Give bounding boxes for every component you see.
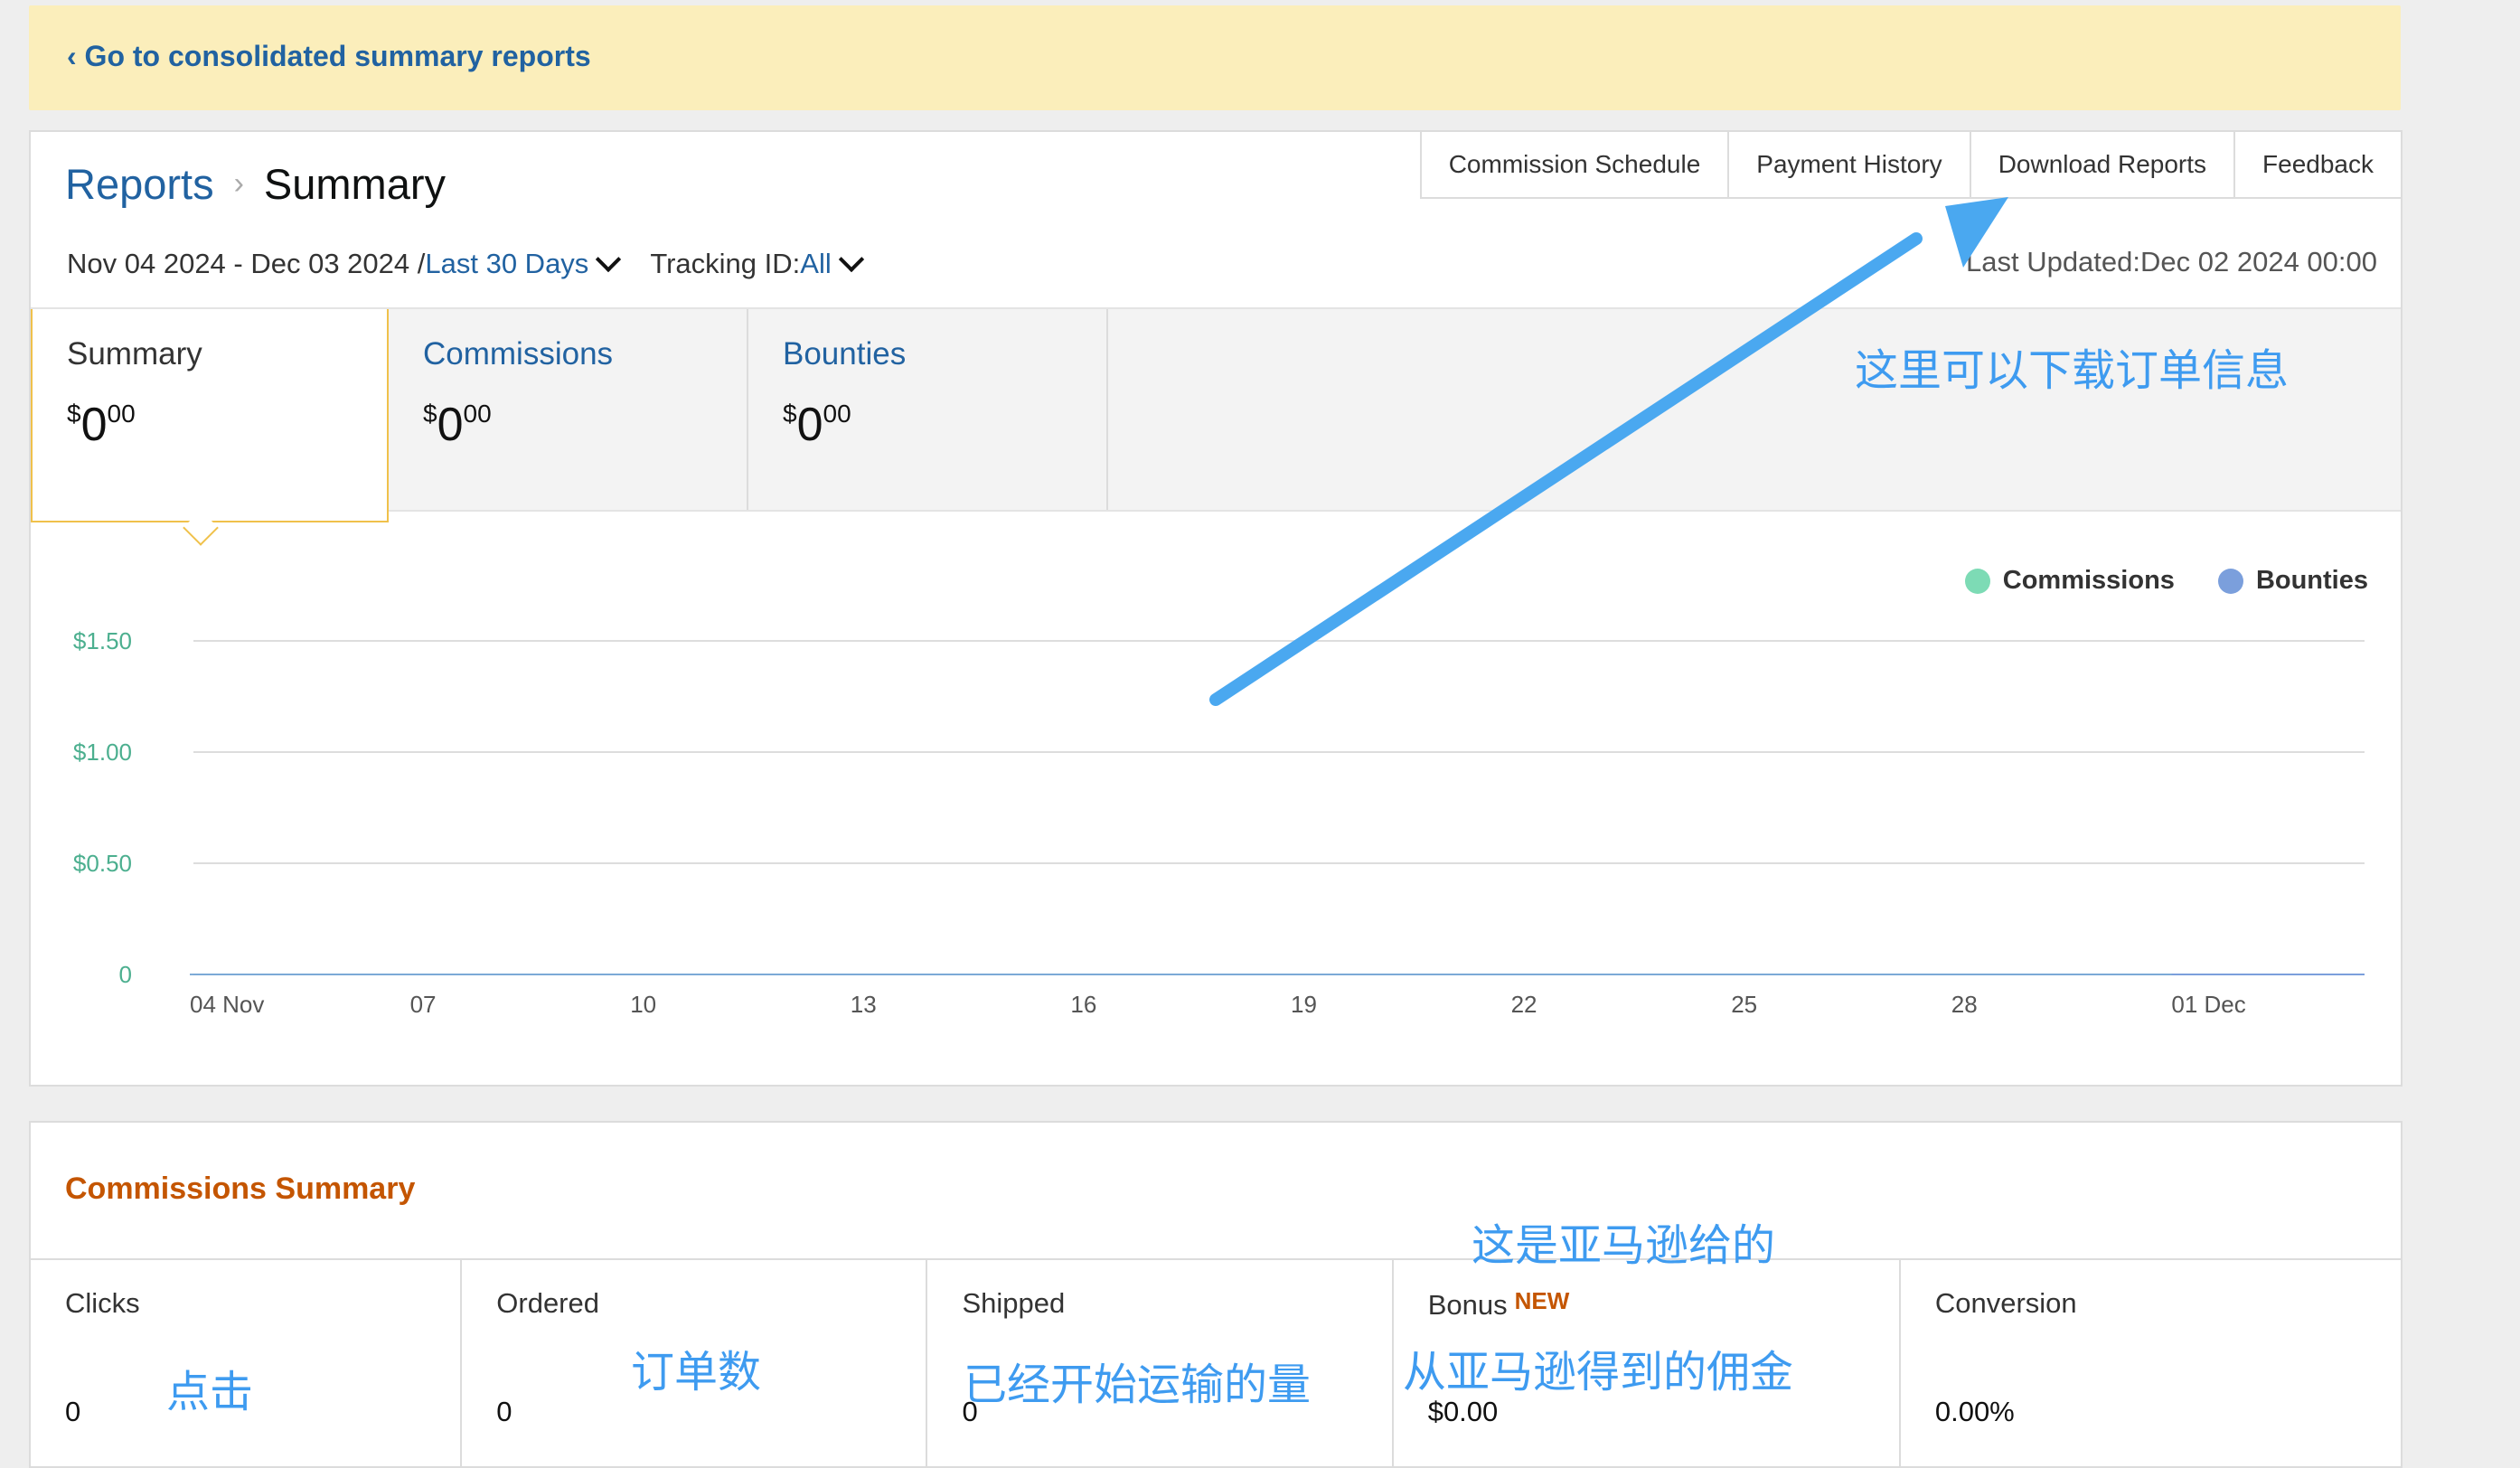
- new-badge: NEW: [1514, 1287, 1570, 1314]
- metric-clicks-value: 0: [65, 1396, 81, 1427]
- metric-conversion-label: Conversion: [1934, 1287, 2077, 1319]
- x-tick-label: 13: [851, 991, 877, 1018]
- commissions-summary-card: Commissions Summary Clicks 0 Ordered 0 S…: [29, 1121, 2402, 1468]
- annotation-amazon-gives: 这是亚马逊给的: [1472, 1222, 1776, 1270]
- x-tick-label: 07: [410, 991, 437, 1018]
- annotation-orders: 订单数: [631, 1349, 762, 1397]
- reports-summary-card: Reports › Summary Commission Schedule Pa…: [29, 130, 2402, 1087]
- x-tick-label: 28: [1951, 991, 1978, 1018]
- x-tick-label: 10: [630, 991, 656, 1018]
- metric-bonus-value: $0.00: [1427, 1396, 1499, 1427]
- x-tick-label: 19: [1291, 991, 1317, 1018]
- y-tick-label: $1.00: [73, 739, 132, 766]
- metric-bonus-label: Bonus NEW: [1427, 1287, 1570, 1321]
- annotation-clicks: 点击: [166, 1369, 254, 1416]
- x-tick-label: 16: [1070, 991, 1096, 1018]
- metric-conversion: Conversion 0.00%: [1901, 1260, 2401, 1468]
- y-tick-label: $0.50: [73, 850, 132, 877]
- y-tick-label: 0: [119, 961, 132, 988]
- metric-shipped-label: Shipped: [962, 1287, 1066, 1319]
- earnings-line-chart: 0 $0.50 $1.00 $1.50 04 Nov 07 10 13 16 19 22 25 28 01…: [73, 627, 2365, 1018]
- metric-ordered-value: 0: [496, 1396, 512, 1427]
- consolidated-banner: ‹ Go to consolidated summary reports: [29, 5, 2401, 110]
- annotation-shipped: 已经开始运输的量: [964, 1361, 1312, 1409]
- consolidated-summary-link[interactable]: ‹ Go to consolidated summary reports: [67, 40, 591, 73]
- x-tick-label: 22: [1511, 991, 1537, 1018]
- commissions-summary-title: Commissions Summary: [65, 1172, 416, 1206]
- annotation-download-note: 这里可以下载订单信息: [1855, 347, 2290, 395]
- annotation-bonus: 从亚马逊得到的佣金: [1403, 1349, 1794, 1397]
- metric-ordered-label: Ordered: [496, 1287, 599, 1319]
- x-tick-label: 25: [1731, 991, 1757, 1018]
- metric-conversion-value: 0.00%: [1934, 1396, 2015, 1427]
- y-tick-label: $1.50: [73, 627, 132, 654]
- x-tick-label: 04 Nov: [190, 991, 264, 1018]
- x-tick-label: 01 Dec: [2171, 991, 2245, 1018]
- metric-clicks-label: Clicks: [65, 1287, 140, 1319]
